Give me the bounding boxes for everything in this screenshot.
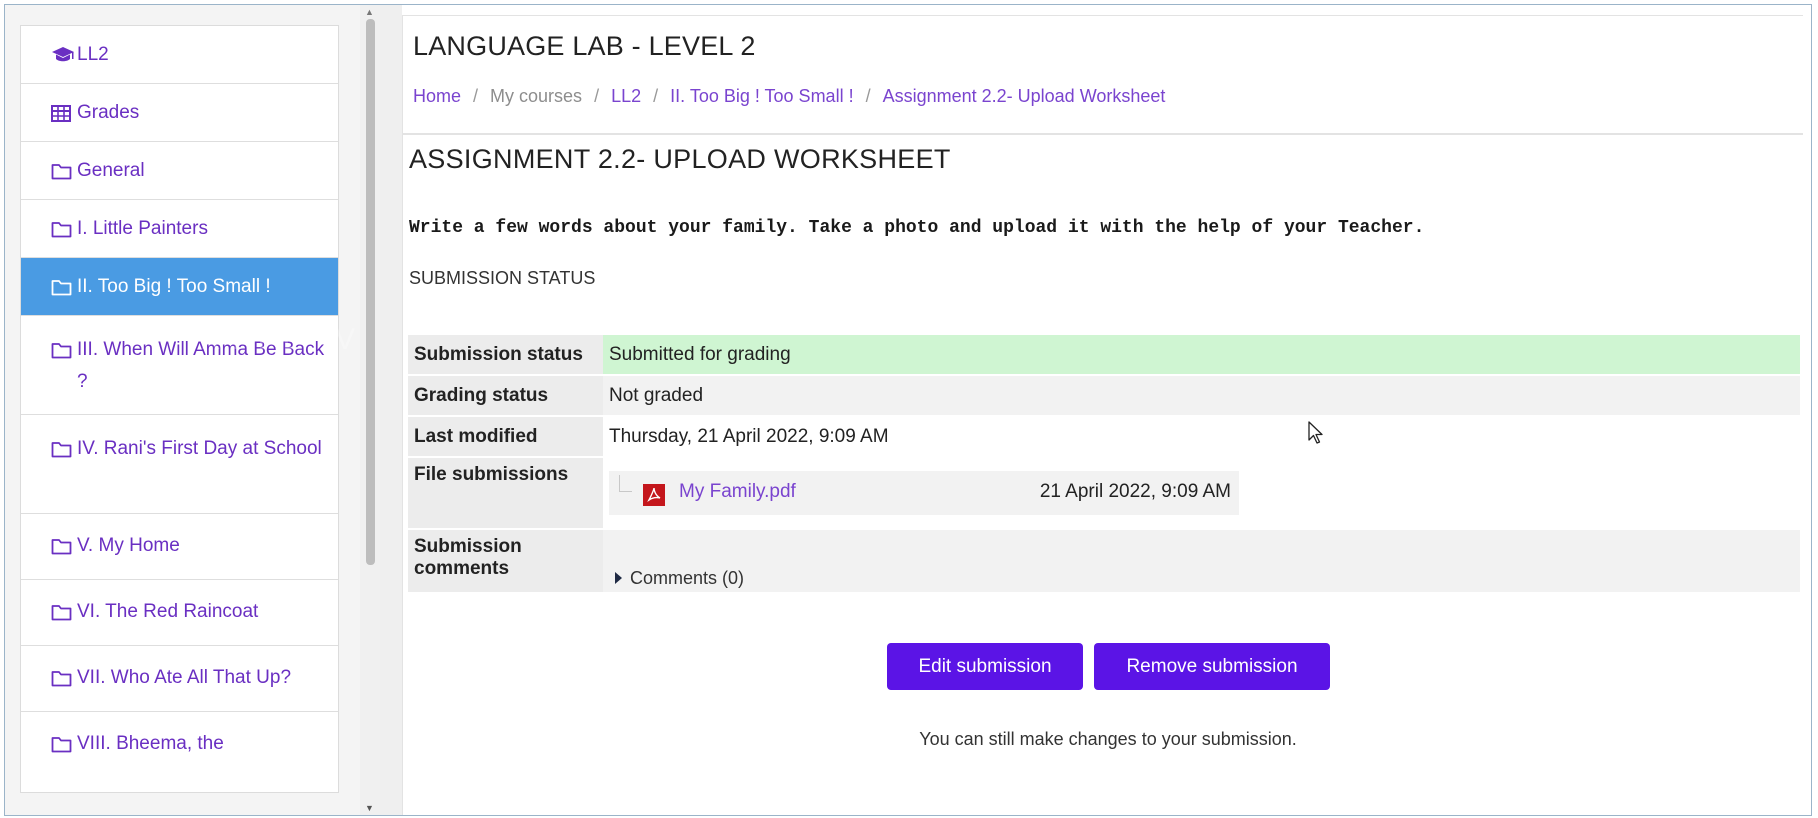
graduation-cap-icon [51,39,77,71]
sidebar-item-label: II. Too Big ! Too Small ! [77,276,271,297]
folder-icon [51,662,77,694]
sidebar-item-little-painters[interactable]: I. Little Painters [21,200,338,258]
sidebar-item-ranis-first-day[interactable]: IV. Rani's First Day at School [21,415,338,514]
submission-comments-label: Submission comments [408,529,603,594]
table-row: File submissions My Family.pdf 21 April … [408,457,1800,530]
scroll-down-arrow-icon[interactable]: ▼ [365,803,374,813]
table-row: Submission status Submitted for grading [408,335,1800,376]
main-region: LANGUAGE LAB - LEVEL 2 Home / My courses / L… [402,15,1803,815]
page-title: ASSIGNMENT 2.2- UPLOAD WORKSHEET [409,144,951,174]
file-entry: My Family.pdf 21 April 2022, 9:09 AM [609,471,1239,515]
sidebar-item-red-raincoat[interactable]: VI. The Red Raincoat [21,580,338,646]
breadcrumb: Home / My courses / LL2 / II. Too Big ! Too Sm… [413,86,1165,107]
sidebar-item-label: V. My Home [77,535,180,556]
remove-submission-button[interactable]: Remove submission [1094,643,1330,690]
submission-status-value: Submitted for grading [603,335,1800,376]
breadcrumb-assignment[interactable]: Assignment 2.2- Upload Worksheet [883,86,1166,106]
pdf-icon [643,484,665,506]
mouse-cursor-icon [1308,421,1323,444]
folder-icon [51,334,77,366]
breadcrumb-separator: / [473,86,479,106]
folder-icon [51,433,77,465]
sidebar-item-label: III. When Will Amma Be Back ? [77,339,325,392]
comments-toggle[interactable]: Comments (0) [609,534,1794,589]
folder-icon [51,271,77,303]
submission-status-heading: SUBMISSION STATUS [409,268,596,288]
tree-connector [619,475,632,492]
breadcrumb-section[interactable]: II. Too Big ! Too Small ! [670,86,853,106]
breadcrumb-course[interactable]: LL2 [611,86,641,106]
browser-viewport: LL2 Grades General I. Little Painters II… [4,4,1812,816]
sidebar-item-when-will-amma-be-back[interactable]: III. When Will Amma Be Back ? [21,316,338,415]
scrollbar-thumb[interactable] [366,19,375,565]
course-title: LANGUAGE LAB - LEVEL 2 [413,31,756,61]
breadcrumb-separator: / [594,86,600,106]
submission-comments-cell: Comments (0) [603,529,1800,594]
file-date: 21 April 2022, 9:09 AM [1039,481,1231,502]
sidebar-item-label: IV. Rani's First Day at School [77,438,322,459]
sidebar-item-label: I. Little Painters [77,218,208,239]
sidebar-item-ll2[interactable]: LL2 [21,26,338,84]
breadcrumb-separator: / [653,86,659,106]
submission-help-text: You can still make changes to your submi… [919,729,1297,749]
file-submissions-cell: My Family.pdf 21 April 2022, 9:09 AM [603,457,1800,530]
sidebar-item-label: VI. The Red Raincoat [77,601,259,622]
edit-submission-button[interactable]: Edit submission [887,643,1083,690]
table-row: Submission comments Comments (0) [408,529,1800,594]
caret-right-icon [615,572,622,584]
file-submissions-label: File submissions [408,457,603,530]
comments-toggle-label: Comments (0) [630,567,745,588]
table-icon [51,97,77,129]
sidebar-item-too-big-too-small[interactable]: II. Too Big ! Too Small ! [21,258,338,316]
breadcrumb-home[interactable]: Home [413,86,461,106]
submission-status-label: Submission status [408,335,603,376]
sidebar-scrollbar[interactable]: ▲ ▼ [360,5,380,815]
folder-icon [51,213,77,245]
folder-icon [51,728,77,760]
sidebar-item-who-ate-all-that-up[interactable]: VII. Who Ate All That Up? [21,646,338,712]
grading-status-label: Grading status [408,375,603,417]
sidebar-item-general[interactable]: General [21,142,338,200]
sidebar-item-label: VIII. Bheema, the [77,733,224,754]
folder-icon [51,155,77,187]
sidebar-item-label: Grades [77,102,140,123]
file-link-my-family-pdf[interactable]: My Family.pdf [679,481,796,503]
table-row: Grading status Not graded [408,375,1800,417]
folder-icon [51,530,77,562]
breadcrumb-my-courses: My courses [490,86,583,106]
last-modified-label: Last modified [408,416,603,458]
submission-status-table: Submission status Submitted for grading … [408,335,1800,594]
scroll-up-arrow-icon[interactable]: ▲ [365,7,374,17]
folder-icon [51,596,77,628]
course-nav-list: LL2 Grades General I. Little Painters II… [20,25,339,793]
assignment-intro: Write a few words about your family. Tak… [409,218,1425,238]
sidebar-item-my-home[interactable]: V. My Home [21,514,338,580]
last-modified-value: Thursday, 21 April 2022, 9:09 AM [603,416,1800,458]
table-row: Last modified Thursday, 21 April 2022, 9… [408,416,1800,458]
grading-status-value: Not graded [603,375,1800,417]
course-index-sidebar: LL2 Grades General I. Little Painters II… [5,5,380,815]
sidebar-item-label: General [77,160,145,181]
drawer-divider [380,5,402,815]
breadcrumb-separator: / [865,86,871,106]
sidebar-item-grades[interactable]: Grades [21,84,338,142]
sidebar-item-bheema[interactable]: VIII. Bheema, the [21,712,338,792]
header-divider [403,133,1803,135]
sidebar-item-label: VII. Who Ate All That Up? [77,667,292,688]
sidebar-item-label: LL2 [77,44,109,65]
